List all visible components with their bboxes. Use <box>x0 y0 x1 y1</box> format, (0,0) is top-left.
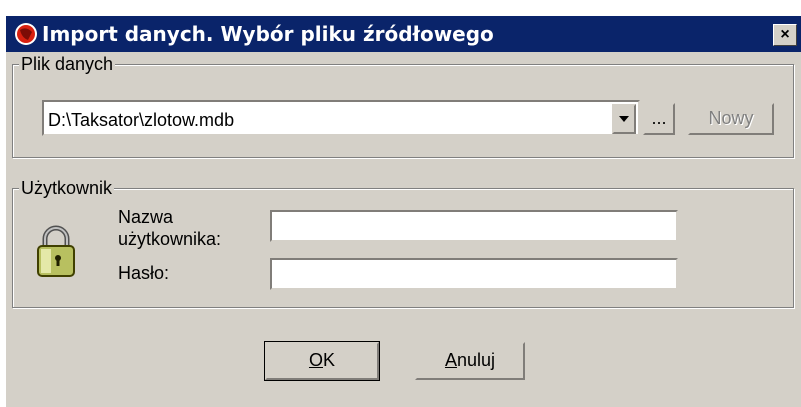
data-file-path-text: D:\Taksator\zlotow.mdb <box>48 110 235 130</box>
window-title: Import danych. Wybór pliku źródłowego <box>42 22 494 46</box>
password-label: Hasło: <box>118 263 170 283</box>
new-button[interactable]: Nowy <box>688 103 774 135</box>
cancel-button[interactable]: Anuluj <box>415 342 525 380</box>
ok-button[interactable]: OK <box>264 341 380 381</box>
cancel-button-rest: nuluj <box>456 350 496 370</box>
ok-button-rest: K <box>323 350 336 370</box>
import-dialog: Import danych. Wybór pliku źródłowego × … <box>6 16 801 407</box>
data-file-combobox[interactable]: D:\Taksator\zlotow.mdb <box>42 100 640 136</box>
username-label-line2: użytkownika: <box>118 229 222 249</box>
username-label: Nazwa użytkownika: <box>118 206 221 250</box>
padlock-icon <box>37 225 75 277</box>
username-label-line1: Nazwa <box>118 207 174 227</box>
title-bar[interactable]: Import danych. Wybór pliku źródłowego × <box>6 16 801 52</box>
ok-button-mnemonic: O <box>308 350 323 370</box>
user-group-label: Użytkownik <box>19 178 115 198</box>
cancel-button-mnemonic: A <box>444 350 457 370</box>
data-file-group-label: Plik danych <box>19 54 116 74</box>
data-file-path: D:\Taksator\zlotow.mdb <box>48 102 234 138</box>
dropdown-arrow-icon[interactable] <box>612 104 636 134</box>
close-button[interactable]: × <box>773 24 797 46</box>
username-field[interactable] <box>270 210 678 242</box>
browse-button[interactable]: ... <box>643 103 675 135</box>
password-field[interactable] <box>270 258 678 290</box>
app-icon <box>15 23 37 45</box>
